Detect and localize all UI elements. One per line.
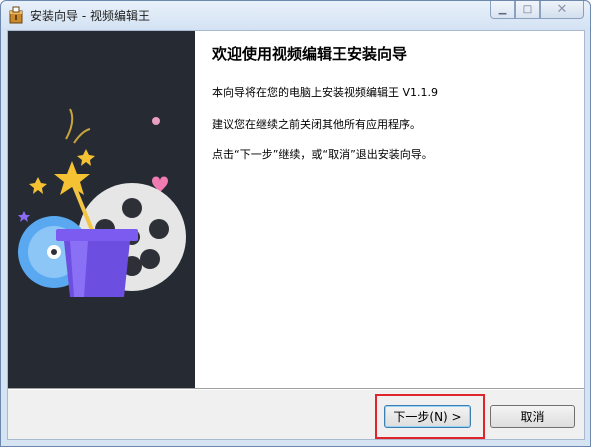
installer-box-icon: [9, 6, 23, 24]
film-reel-illustration: [18, 108, 186, 297]
install-description: 本向导将在您的电脑上安装视频编辑王 V1.1.9: [212, 86, 439, 99]
button-separator: [8, 388, 584, 390]
magic-hat-icon: [56, 229, 138, 241]
maximize-button[interactable]: □: [515, 1, 540, 19]
window-title: 安装向导 - 视频编辑王: [30, 9, 150, 23]
cancel-button[interactable]: 取消: [490, 405, 575, 428]
installer-window: 安装向导 - 视频编辑王 ▁ □ ✕ 欢迎使用视频编辑王安装向导 本向导将在您的…: [0, 0, 591, 447]
minimize-icon: ▁: [498, 4, 507, 15]
welcome-heading: 欢迎使用视频编辑王安装向导: [212, 45, 408, 63]
star-icon: [54, 161, 90, 195]
sparkle-icon: [77, 149, 95, 166]
close-icon: ✕: [556, 2, 568, 17]
title-bar[interactable]: 安装向导 - 视频编辑王 ▁ □ ✕: [1, 1, 590, 30]
close-button[interactable]: ✕: [540, 1, 584, 19]
maximize-icon: □: [522, 4, 533, 15]
minimize-button[interactable]: ▁: [490, 1, 515, 19]
small-heart-icon: [152, 117, 160, 125]
wizard-content: 欢迎使用视频编辑王安装向导 本向导将在您的电脑上安装视频编辑王 V1.1.9 建…: [7, 30, 585, 440]
window-controls: ▁ □ ✕: [490, 1, 584, 21]
continue-instructions: 点击“下一步”继续，或“取消”退出安装向导。: [212, 148, 433, 161]
close-apps-advice: 建议您在继续之前关闭其他所有应用程序。: [212, 118, 421, 131]
wizard-side-panel: [8, 31, 195, 388]
next-button-highlight: [375, 394, 485, 439]
wizard-welcome-panel: 欢迎使用视频编辑王安装向导 本向导将在您的电脑上安装视频编辑王 V1.1.9 建…: [195, 31, 584, 388]
sparkle-icon: [29, 177, 47, 194]
